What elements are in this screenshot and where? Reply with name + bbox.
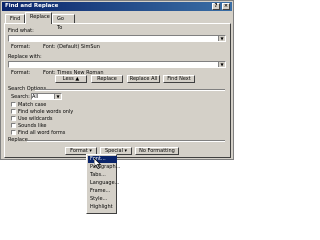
wildcards-checkbox[interactable] [11, 116, 16, 121]
whole-words-label: Find whole words only [18, 109, 74, 115]
menu-item-style[interactable]: Style... [88, 196, 117, 203]
replace-format-label: Format: [11, 70, 31, 76]
word-forms-checkbox[interactable] [11, 130, 16, 135]
find-format-label: Format: [11, 44, 31, 50]
menu-item-font[interactable]: Font... [88, 156, 117, 163]
find-format-value: Font: (Default) SimSun [43, 44, 100, 50]
replace-all-button[interactable]: Replace All [127, 75, 160, 83]
dropdown-arrow-icon[interactable]: ▼ [218, 62, 225, 67]
replace-section-label: Replace [8, 137, 28, 143]
whole-words-checkbox[interactable] [11, 109, 16, 114]
window-title: Find and Replace [5, 3, 59, 9]
less-button-label: Less [62, 76, 74, 82]
wildcards-label: Use wildcards [18, 116, 53, 122]
close-button[interactable]: × [222, 3, 230, 10]
menu-item-tabs[interactable]: Tabs... [88, 172, 117, 179]
tab-panel: Find what: ▼ Format: Font: (Default) Sim… [4, 23, 231, 158]
mouse-pointer-icon [94, 158, 102, 169]
find-what-label: Find what: [8, 28, 34, 34]
match-case-checkbox[interactable] [11, 102, 16, 107]
search-options-divider [35, 89, 225, 91]
dropdown-arrow-icon[interactable]: ▼ [54, 94, 61, 99]
help-button[interactable]: ? [212, 3, 220, 10]
sounds-like-label: Sounds like [18, 123, 47, 129]
match-case-label: Match case [18, 102, 47, 108]
no-formatting-button[interactable]: No Formatting [135, 147, 179, 155]
find-what-input[interactable]: ▼ [8, 35, 226, 42]
search-scope-label: Search: [11, 94, 30, 100]
menu-item-paragraph[interactable]: Paragraph... [88, 164, 120, 171]
search-scope-select[interactable]: All ▼ [31, 93, 62, 100]
menu-item-language[interactable]: Language... [88, 180, 119, 187]
replace-with-input[interactable]: ▼ [8, 61, 226, 68]
menu-item-highlight[interactable]: Highlight [88, 204, 117, 211]
replace-with-label: Replace with: [8, 54, 42, 60]
menu-item-frame[interactable]: Frame... [88, 188, 117, 195]
chevron-down-icon: ▾ [124, 148, 128, 154]
replace-button[interactable]: Replace [91, 75, 123, 83]
word-forms-label: Find all word forms [18, 130, 66, 136]
title-bar: Find and Replace [2, 2, 232, 11]
chevron-up-icon: ▲ [75, 76, 80, 82]
search-scope-value: All [32, 94, 39, 100]
dropdown-arrow-icon[interactable]: ▼ [218, 36, 225, 41]
tab-replace[interactable]: Replace [25, 12, 52, 24]
find-replace-dialog: Find and Replace ? × Find Replace Go To … [0, 0, 234, 160]
replace-section-divider [27, 140, 225, 142]
find-next-button[interactable]: Find Next [163, 75, 195, 83]
less-button[interactable]: Less ▲ [55, 75, 87, 83]
sounds-like-checkbox[interactable] [11, 123, 16, 128]
